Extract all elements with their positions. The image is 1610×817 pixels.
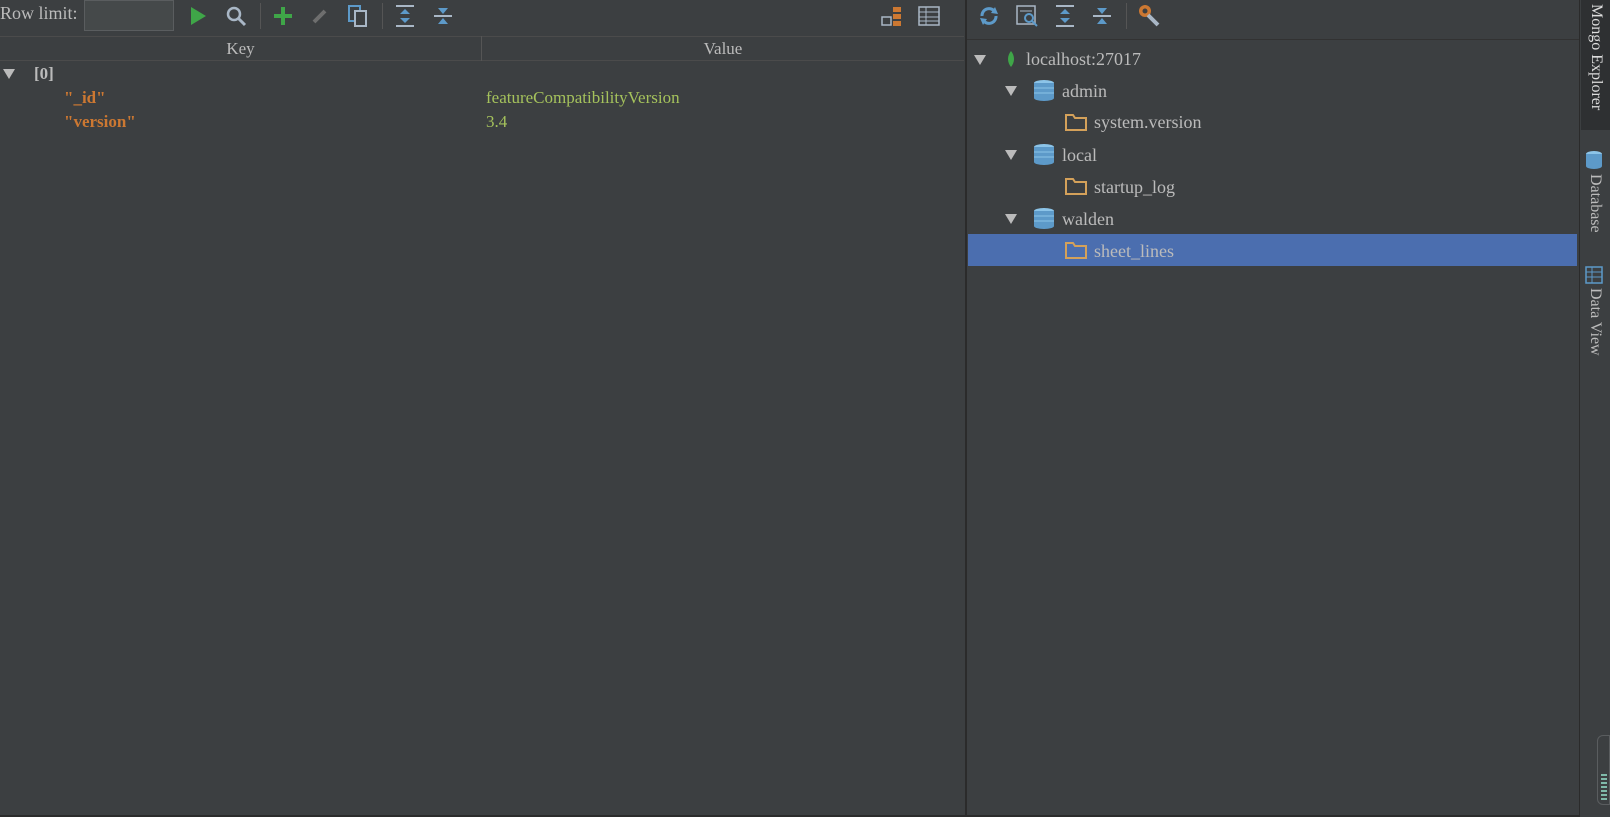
tab-data-view[interactable]: Data View xyxy=(1586,288,1604,356)
refresh-icon[interactable] xyxy=(976,3,1002,29)
tab-mongo-explorer[interactable]: Mongo Explorer xyxy=(1581,0,1610,130)
result-key[interactable]: "version" xyxy=(64,110,136,134)
collection-node-startup-log[interactable]: startup_log xyxy=(1094,172,1175,202)
column-header-key[interactable]: Key xyxy=(0,37,481,61)
result-key[interactable]: "_id" xyxy=(64,86,106,110)
results-table-header: Key Value xyxy=(0,36,964,61)
memory-indicator[interactable] xyxy=(1597,735,1610,805)
copy-icon[interactable] xyxy=(345,3,371,29)
result-value[interactable]: 3.4 xyxy=(486,110,507,134)
server-node[interactable]: localhost:27017 xyxy=(1026,44,1141,74)
mongo-leaf-icon xyxy=(1006,50,1016,73)
edit-icon[interactable] xyxy=(307,3,333,29)
run-icon[interactable] xyxy=(185,3,211,29)
collection-folder-icon xyxy=(1065,113,1087,136)
row-limit-label: Row limit: xyxy=(0,3,78,23)
collapse-all-icon[interactable] xyxy=(1089,3,1115,29)
database-icon xyxy=(1033,207,1055,234)
column-divider[interactable] xyxy=(481,36,482,61)
column-header-value[interactable]: Value xyxy=(482,37,964,61)
expand-arrow-icon[interactable] xyxy=(3,69,15,79)
tree-view-icon[interactable] xyxy=(879,3,905,29)
database-icon xyxy=(1033,143,1055,170)
find-icon[interactable] xyxy=(223,3,249,29)
tab-mongo-explorer-label: Mongo Explorer xyxy=(1588,4,1605,111)
collapse-all-icon[interactable] xyxy=(430,3,456,29)
expand-arrow-icon[interactable] xyxy=(1005,150,1017,160)
data-view-icon xyxy=(1585,266,1603,289)
panel-splitter[interactable] xyxy=(965,0,967,817)
row-limit-input[interactable] xyxy=(84,0,174,31)
collection-folder-icon xyxy=(1065,241,1087,264)
collection-node-sheet-lines[interactable]: sheet_lines xyxy=(1094,236,1174,266)
settings-icon[interactable] xyxy=(1136,2,1162,28)
expand-arrow-icon[interactable] xyxy=(974,55,986,65)
result-value[interactable]: featureCompatibilityVersion xyxy=(486,86,680,110)
collection-node-system-version[interactable]: system.version xyxy=(1094,107,1202,137)
database-node-admin[interactable]: admin xyxy=(1062,76,1107,106)
database-icon xyxy=(1033,79,1055,106)
collection-folder-icon xyxy=(1065,177,1087,200)
database-icon xyxy=(1585,150,1603,175)
query-icon[interactable] xyxy=(1014,3,1040,29)
expand-arrow-icon[interactable] xyxy=(1005,86,1017,96)
expand-all-icon[interactable] xyxy=(1052,3,1078,29)
expand-all-icon[interactable] xyxy=(392,3,418,29)
database-node-local[interactable]: local xyxy=(1062,140,1097,170)
database-node-walden[interactable]: walden xyxy=(1062,204,1114,234)
document-root[interactable]: [0] xyxy=(34,62,54,86)
table-view-icon[interactable] xyxy=(916,3,942,29)
tab-database[interactable]: Database xyxy=(1586,174,1604,233)
selected-row-highlight xyxy=(968,234,1577,266)
expand-arrow-icon[interactable] xyxy=(1005,214,1017,224)
add-icon[interactable] xyxy=(270,3,296,29)
